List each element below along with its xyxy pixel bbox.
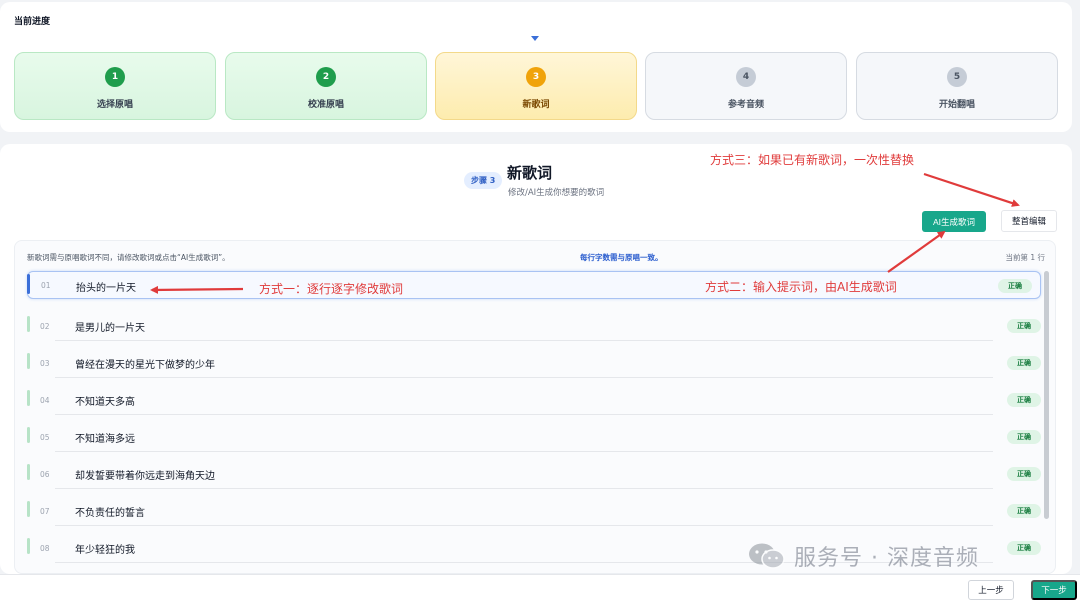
watermark: 服务号 · 深度音频 (748, 540, 979, 572)
step-number: 1 (105, 67, 125, 87)
step-badge: 步骤 3 (464, 172, 503, 189)
step-label: 开始翻唱 (938, 100, 975, 110)
lyric-row[interactable]: 06 却发誓要带着你远走到海角天边 正确 (27, 462, 1041, 490)
line-number: 03 (40, 359, 50, 368)
step-reference-audio[interactable]: 4 参考音频 (645, 52, 847, 120)
step-label: 新歌词 (522, 100, 550, 110)
line-number: 05 (40, 433, 50, 442)
footer-bar: 上一步 下一步 (0, 574, 1080, 602)
line-number: 04 (40, 396, 50, 405)
status-badge: 正确 (1007, 393, 1041, 407)
row-indicator (27, 501, 30, 517)
row-indicator (27, 427, 30, 443)
line-number: 02 (40, 322, 50, 331)
prev-step-button[interactable]: 上一步 (968, 580, 1014, 600)
status-badge: 正确 (1007, 430, 1041, 444)
caret-down-icon (531, 36, 539, 41)
line-number: 08 (40, 544, 50, 553)
progress-card: 当前进度 1 选择原唱 2 校准原唱 3 新歌词 4 参考音频 5 开始翻唱 (0, 2, 1072, 132)
lyrics-editor-card: 步骤 3 新歌词 修改/AI生成你想要的歌词 AI生成歌词 整首编辑 新歌词需与… (0, 144, 1072, 574)
lyric-input[interactable]: 抬头的一片天 (76, 279, 136, 294)
divider (55, 525, 993, 526)
line-number: 06 (40, 470, 50, 479)
row-indicator (27, 353, 30, 369)
step-calibrate-original[interactable]: 2 校准原唱 (225, 52, 427, 120)
char-count-rule: 每行字数需与原唱一致。 (580, 253, 663, 262)
lyric-row[interactable]: 05 不知道海多远 正确 (27, 425, 1041, 453)
lyric-input[interactable]: 却发誓要带着你远走到海角天边 (75, 467, 215, 482)
step-number: 2 (316, 67, 336, 87)
lyric-row[interactable]: 03 曾经在漫天的星光下做梦的少年 正确 (27, 351, 1041, 379)
divider (55, 414, 993, 415)
page-subtitle: 修改/AI生成你想要的歌词 (508, 188, 605, 198)
lyrics-hint: 新歌词需与原唱歌词不同，请修改歌词或点击“AI生成歌词”。 (27, 253, 230, 262)
step-label: 参考音频 (727, 100, 764, 110)
status-badge: 正确 (1007, 356, 1041, 370)
lyric-input[interactable]: 是男儿的一片天 (75, 319, 145, 334)
lyric-input[interactable]: 不知道天多高 (75, 393, 135, 408)
annotation-method-2: 方式二：输入提示词，由AI生成歌词 (705, 280, 897, 294)
lyric-row[interactable]: 04 不知道天多高 正确 (27, 388, 1041, 416)
page-title: 新歌词 (507, 164, 553, 182)
step-label: 校准原唱 (307, 100, 344, 110)
lyrics-scrollbar[interactable] (1044, 271, 1049, 519)
row-indicator (27, 316, 30, 332)
row-indicator (27, 390, 30, 406)
row-indicator (27, 538, 30, 554)
whole-song-edit-button[interactable]: 整首编辑 (1001, 210, 1057, 232)
line-number: 07 (40, 507, 50, 516)
annotation-method-1: 方式一：逐行逐字修改歌词 (259, 282, 404, 296)
lyric-input[interactable]: 不负责任的誓言 (75, 504, 145, 519)
step-number: 3 (526, 67, 546, 87)
divider (55, 451, 993, 452)
watermark-text: 服务号 · 深度音频 (794, 546, 979, 571)
lyric-row[interactable]: 02 是男儿的一片天 正确 (27, 314, 1041, 342)
step-number: 4 (736, 67, 756, 87)
row-indicator (27, 464, 30, 480)
status-badge: 正确 (1007, 541, 1041, 555)
divider (55, 488, 993, 489)
progress-title: 当前进度 (14, 17, 51, 27)
wechat-icon (748, 542, 786, 570)
annotation-method-3: 方式三：如果已有新歌词，一次性替换 (710, 153, 915, 167)
step-new-lyrics[interactable]: 3 新歌词 (435, 52, 637, 120)
step-select-original[interactable]: 1 选择原唱 (14, 52, 216, 120)
status-badge: 正确 (1007, 504, 1041, 518)
lyric-input[interactable]: 曾经在漫天的星光下做梦的少年 (75, 356, 215, 371)
lyric-input[interactable]: 年少轻狂的我 (75, 541, 135, 556)
ai-generate-lyrics-button[interactable]: AI生成歌词 (922, 211, 986, 232)
lyric-row[interactable]: 07 不负责任的誓言 正确 (27, 499, 1041, 527)
current-line-indicator: 当前第 1 行 (1005, 253, 1045, 262)
line-number: 01 (41, 281, 51, 290)
step-label: 选择原唱 (96, 100, 133, 110)
step-number: 5 (947, 67, 967, 87)
lyric-input[interactable]: 不知道海多远 (75, 430, 135, 445)
status-badge: 正确 (998, 279, 1032, 293)
divider (55, 340, 993, 341)
next-step-button[interactable]: 下一步 (1031, 580, 1077, 600)
divider (55, 377, 993, 378)
lyrics-list-panel: 新歌词需与原唱歌词不同，请修改歌词或点击“AI生成歌词”。 每行字数需与原唱一致… (14, 240, 1056, 574)
status-badge: 正确 (1007, 467, 1041, 481)
row-indicator (27, 274, 30, 294)
status-badge: 正确 (1007, 319, 1041, 333)
step-start-cover[interactable]: 5 开始翻唱 (856, 52, 1058, 120)
